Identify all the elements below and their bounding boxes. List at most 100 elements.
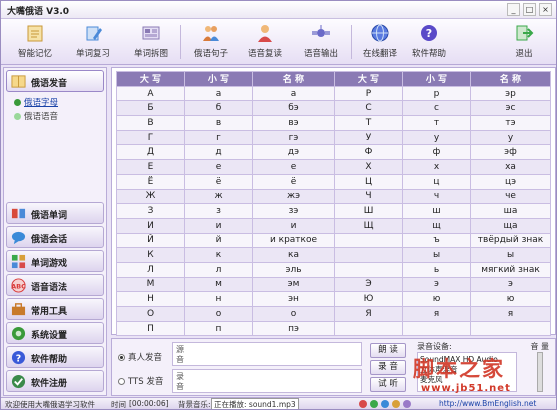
toolbar-voice-output-button[interactable]: 语音输出 [293,21,349,63]
letter-cell[interactable]: и краткое [252,232,335,249]
minimize-button[interactable]: _ [507,3,520,16]
letter-cell[interactable]: з [184,203,253,219]
letter-cell[interactable]: Ф [334,144,403,161]
letter-cell[interactable]: Д [116,144,185,161]
letter-cell[interactable]: эс [470,100,551,117]
letter-cell[interactable]: Т [334,115,403,131]
letter-cell[interactable]: ю [470,291,551,307]
recorded-audio-box[interactable]: 录音 [172,369,362,393]
letter-cell[interactable]: с [402,100,471,117]
letter-cell[interactable]: б [184,100,253,117]
letter-cell[interactable]: Ю [334,291,403,307]
letter-cell[interactable]: жэ [252,188,335,205]
sidebar-subitem-phonetics[interactable]: 俄语语音 [14,110,58,122]
volume-slider[interactable] [537,352,543,392]
sidebar-item-word-game[interactable]: 单词游戏 [6,250,104,272]
toolbar-help-button[interactable]: ? 软件帮助 [403,21,455,63]
read-button[interactable]: 朗 读 [370,343,406,358]
sidebar-item-help[interactable]: ? 软件帮助 [6,346,104,368]
device-option[interactable]: SoundMAX HD Audio [420,355,514,365]
sidebar-item-words[interactable]: 俄语单词 [6,202,104,224]
letter-cell[interactable]: Ш [334,203,403,219]
letter-cell[interactable]: ч [402,188,471,205]
letter-cell[interactable]: ю [402,291,471,307]
letter-cell[interactable]: ь [402,261,471,278]
letter-cell[interactable]: Б [116,100,185,117]
letter-cell[interactable]: И [116,217,185,234]
letter-cell[interactable]: м [184,276,253,293]
letter-cell[interactable]: и [184,217,253,234]
letter-cell[interactable]: ц [402,173,471,190]
letter-cell[interactable]: эм [252,276,335,293]
letter-cell[interactable]: э [402,276,471,293]
letter-cell[interactable]: Ё [116,173,185,190]
sidebar-item-pronunciation[interactable]: 俄语发音 [6,70,104,92]
letter-cell[interactable]: й [184,232,253,249]
letter-cell[interactable]: А [116,85,185,102]
letter-cell[interactable]: д [184,144,253,161]
letter-cell[interactable]: е [184,159,253,175]
letter-cell[interactable]: Р [334,85,403,102]
letter-cell[interactable]: эн [252,291,335,307]
listen-button[interactable]: 试 听 [370,377,406,392]
letter-cell[interactable]: и [252,217,335,234]
letter-cell[interactable]: эр [470,85,551,102]
letter-cell[interactable]: ха [470,159,551,175]
letter-cell[interactable]: О [116,306,185,322]
close-button[interactable]: × [539,3,552,16]
toolbar-smart-memory-button[interactable]: 智能记忆 [11,21,59,63]
letter-cell[interactable]: ф [402,144,471,161]
toolbar-online-translate-button[interactable]: 在线翻译 [354,21,406,63]
letter-cell[interactable]: Й [116,232,185,249]
letter-cell[interactable]: щ [402,217,471,234]
letter-cell[interactable]: ё [184,173,253,190]
sidebar-item-grammar[interactable]: ABC 语音语法 [6,274,104,296]
radio-real-voice[interactable]: 真人发音 [118,351,162,363]
letter-cell[interactable]: я [402,306,471,322]
letter-cell[interactable]: гэ [252,129,335,146]
letter-cell[interactable]: бэ [252,100,335,117]
letter-cell[interactable]: эль [252,261,335,278]
letter-cell[interactable]: Э [334,276,403,293]
letter-cell[interactable]: тэ [470,115,551,131]
maximize-button[interactable]: □ [523,3,536,16]
device-option[interactable]: 麦克风 [420,375,514,385]
letter-cell[interactable]: мягкий знак [470,261,551,278]
letter-cell[interactable]: а [252,85,335,102]
letter-cell[interactable]: вэ [252,115,335,131]
letter-cell[interactable]: П [116,320,185,337]
letter-cell[interactable] [334,261,403,278]
letter-cell[interactable]: Ц [334,173,403,190]
letter-cell[interactable]: а [184,85,253,102]
letter-cell[interactable]: е [252,159,335,175]
letter-cell[interactable]: я [470,306,551,322]
radio-tts-voice[interactable]: TTS 发音 [118,375,163,387]
letter-cell[interactable] [470,320,551,337]
letter-cell[interactable]: С [334,100,403,117]
toolbar-word-review-button[interactable]: 单词复习 [67,21,119,63]
letter-cell[interactable]: Х [334,159,403,175]
letter-cell[interactable]: пэ [252,320,335,337]
letter-cell[interactable] [402,320,471,337]
letter-cell[interactable]: о [184,306,253,322]
letter-cell[interactable]: Ч [334,188,403,205]
letter-cell[interactable]: У [334,129,403,146]
sidebar-item-conversation[interactable]: 俄语会话 [6,226,104,248]
letter-cell[interactable] [334,232,403,249]
letter-cell[interactable]: о [252,306,335,322]
letter-cell[interactable]: в [184,115,253,131]
letter-cell[interactable]: ша [470,203,551,219]
letter-cell[interactable]: Н [116,291,185,307]
letter-cell[interactable]: Г [116,129,185,146]
letter-cell[interactable]: ща [470,217,551,234]
letter-cell[interactable]: р [402,85,471,102]
letter-cell[interactable] [334,247,403,263]
letter-cell[interactable]: э [470,276,551,293]
letter-cell[interactable]: у [470,129,551,146]
letter-cell[interactable]: ё [252,173,335,190]
letter-cell[interactable]: ы [402,247,471,263]
toolbar-word-picture-button[interactable]: 单词拆图 [125,21,177,63]
letter-cell[interactable]: зэ [252,203,335,219]
letter-cell[interactable]: н [184,291,253,307]
letter-cell[interactable]: Я [334,306,403,322]
